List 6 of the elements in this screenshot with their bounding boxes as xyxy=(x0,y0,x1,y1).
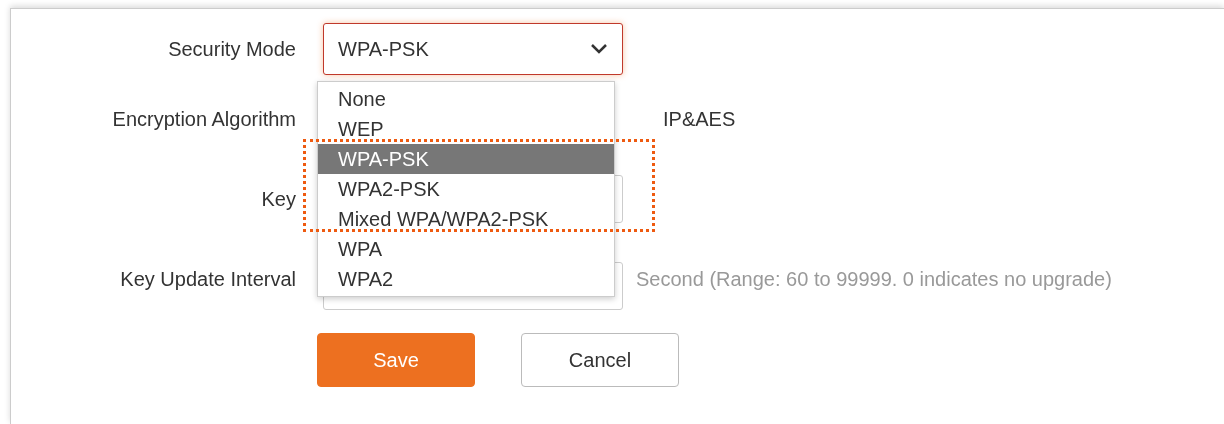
field-label: Security Mode xyxy=(167,37,296,62)
field-label: Encryption Algorithm xyxy=(111,107,296,132)
field-hint: Second (Range: 60 to 99999. 0 indicates no upgrade) xyxy=(636,267,1112,292)
field-label: Key xyxy=(260,187,296,212)
field-label: Key Update Interval xyxy=(119,267,296,292)
encryption-value: IP&AES xyxy=(663,107,736,132)
